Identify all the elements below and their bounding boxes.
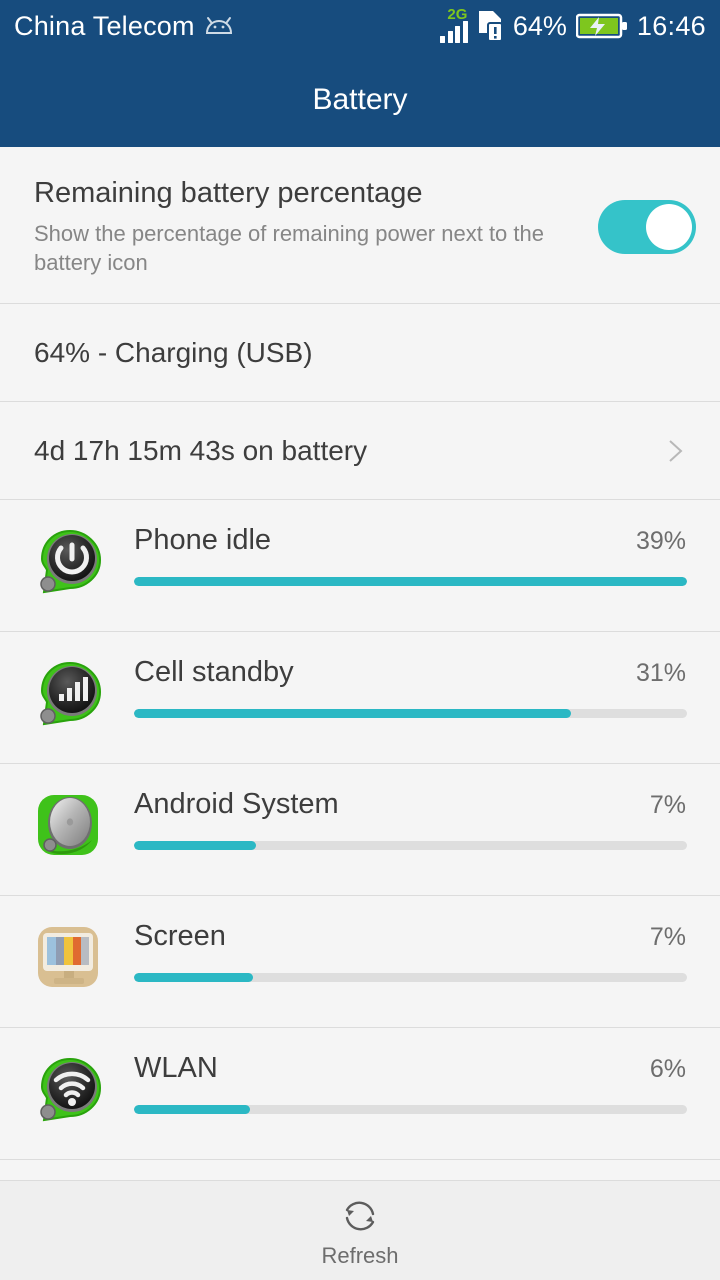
battery-usage-list: Phone idle 39% xyxy=(0,500,720,1160)
remaining-percentage-toggle[interactable] xyxy=(598,200,696,254)
monitor-screen-icon xyxy=(34,922,106,994)
battery-usage-row[interactable]: WLAN 6% xyxy=(0,1028,720,1159)
battery-settings-screen: China Telecom 2G xyxy=(0,0,720,1280)
status-bar-right: 2G 64% 16:46 xyxy=(440,9,706,43)
usage-row-body: Cell standby 31% xyxy=(134,654,696,718)
carrier-label: China Telecom xyxy=(14,11,195,42)
usage-item-name: Cell standby xyxy=(134,656,636,689)
network-type-label: 2G xyxy=(447,7,467,22)
battery-usage-row[interactable]: Cell standby 31% xyxy=(0,632,720,763)
usage-item-percent: 31% xyxy=(636,659,696,688)
battery-charging-icon xyxy=(576,12,628,40)
battery-usage-row[interactable]: Phone idle 39% xyxy=(0,500,720,631)
battery-percent-label: 64% xyxy=(513,11,567,42)
usage-progress-fill xyxy=(134,841,256,850)
usage-row-head: Phone idle 39% xyxy=(134,524,696,557)
usage-item-percent: 7% xyxy=(650,923,696,952)
usage-progress-track xyxy=(134,973,687,982)
usage-item-name: Screen xyxy=(134,920,650,953)
refresh-circular-arrow-icon xyxy=(337,1193,383,1239)
usage-item-percent: 6% xyxy=(650,1055,696,1084)
usage-row-head: WLAN 6% xyxy=(134,1052,696,1085)
chevron-right-icon xyxy=(662,438,688,464)
usage-row-body: Phone idle 39% xyxy=(134,522,696,586)
switch-row-title: Remaining battery percentage xyxy=(34,177,580,210)
usage-item-percent: 39% xyxy=(636,527,696,556)
refresh-button[interactable]: Refresh xyxy=(0,1180,720,1280)
usage-progress-fill xyxy=(134,709,571,718)
usage-progress-fill xyxy=(134,577,687,586)
usage-row-body: Android System 7% xyxy=(134,786,696,850)
page-title: Battery xyxy=(312,83,407,117)
battery-status-label: 64% - Charging (USB) xyxy=(34,337,696,369)
battery-status-row: 64% - Charging (USB) xyxy=(0,304,720,401)
usage-row-body: WLAN 6% xyxy=(134,1050,696,1114)
app-title-bar: Battery xyxy=(0,52,720,147)
usage-progress-track xyxy=(134,577,687,586)
power-button-icon xyxy=(34,526,106,598)
usage-progress-track xyxy=(134,841,687,850)
toggle-knob xyxy=(646,204,692,250)
refresh-label: Refresh xyxy=(321,1243,398,1269)
android-system-disc-icon xyxy=(34,790,106,862)
usage-item-name: WLAN xyxy=(134,1052,650,1085)
wifi-icon xyxy=(34,1054,106,1126)
battery-usage-row[interactable]: Android System 7% xyxy=(0,764,720,895)
usage-item-name: Phone idle xyxy=(134,524,636,557)
usage-progress-fill xyxy=(134,1105,250,1114)
battery-usage-row[interactable]: Screen 7% xyxy=(0,896,720,1027)
settings-content: Remaining battery percentage Show the pe… xyxy=(0,147,720,1182)
signal-bars-icon xyxy=(34,658,106,730)
android-head-icon xyxy=(204,16,234,36)
usage-row-head: Screen 7% xyxy=(134,920,696,953)
usage-progress-fill xyxy=(134,973,253,982)
status-bar: China Telecom 2G xyxy=(0,0,720,52)
sim-card-alert-icon xyxy=(477,10,504,42)
usage-item-percent: 7% xyxy=(650,791,696,820)
usage-row-head: Android System 7% xyxy=(134,788,696,821)
battery-history-label: 4d 17h 15m 43s on battery xyxy=(34,435,662,467)
usage-row-body: Screen 7% xyxy=(134,918,696,982)
battery-history-row[interactable]: 4d 17h 15m 43s on battery xyxy=(0,402,720,499)
usage-progress-track xyxy=(134,709,687,718)
signal-bars-icon: 2G xyxy=(440,9,468,43)
switch-row-texts: Remaining battery percentage Show the pe… xyxy=(34,177,598,277)
switch-row-subtitle: Show the percentage of remaining power n… xyxy=(34,219,554,277)
usage-row-head: Cell standby 31% xyxy=(134,656,696,689)
usage-progress-track xyxy=(134,1105,687,1114)
usage-item-name: Android System xyxy=(134,788,650,821)
remaining-battery-percentage-row[interactable]: Remaining battery percentage Show the pe… xyxy=(0,147,720,303)
clock-label: 16:46 xyxy=(637,11,706,42)
